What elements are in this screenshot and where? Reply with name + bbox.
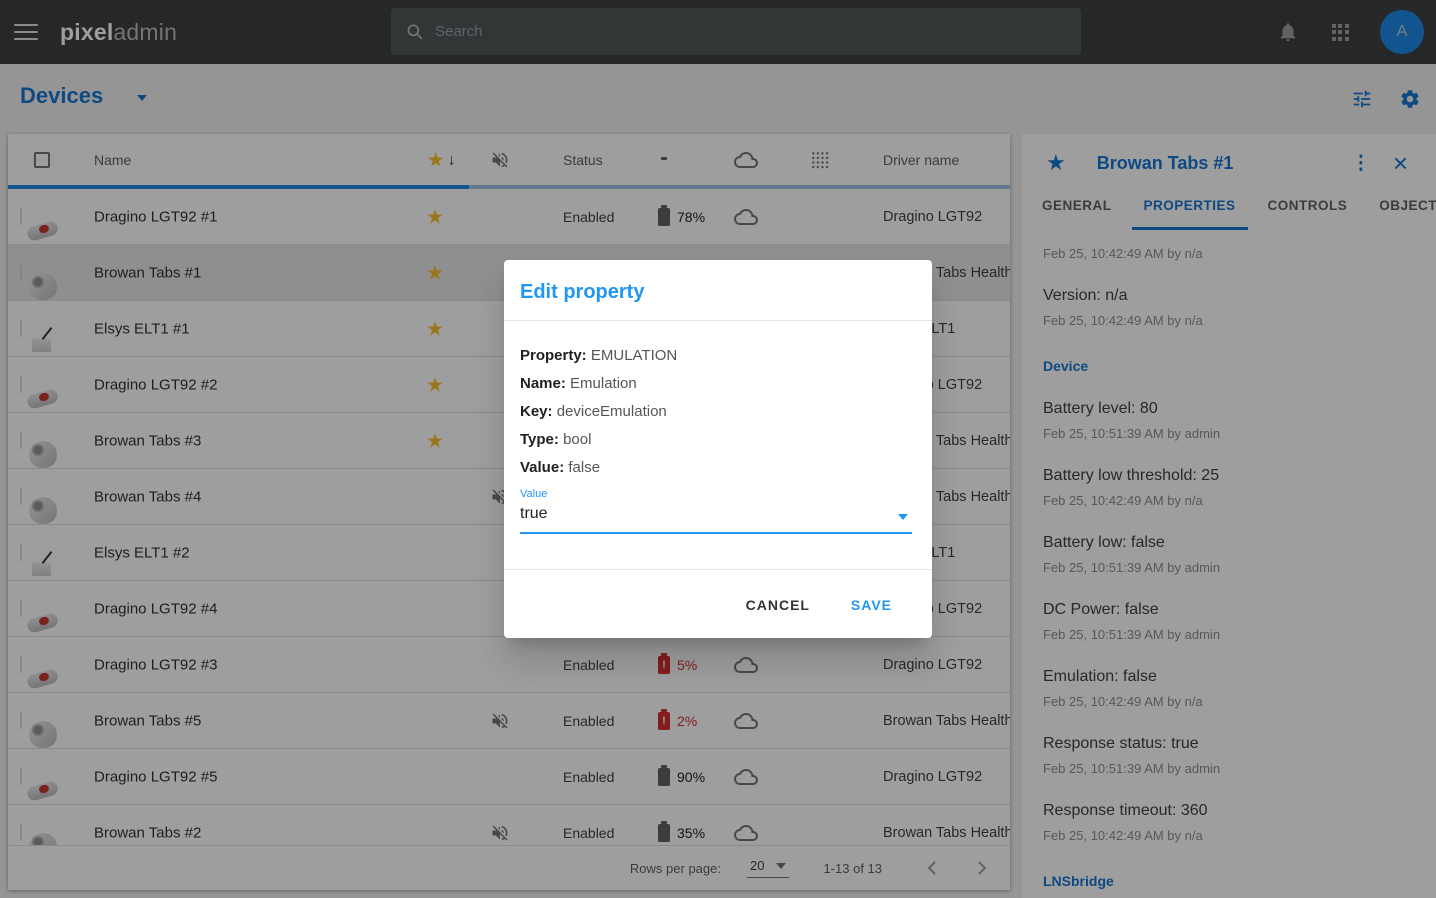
dropdown-caret-icon — [898, 514, 908, 520]
save-button[interactable]: SAVE — [837, 587, 906, 623]
edit-property-dialog: Edit property Property: EMULATIONName: E… — [504, 260, 932, 638]
property-detail-line: Key: deviceEmulation — [520, 398, 916, 426]
dialog-actions: CANCEL SAVE — [504, 569, 932, 638]
property-detail-line: Property: EMULATION — [520, 342, 916, 370]
field-value: EMULATION — [591, 347, 677, 364]
dialog-title: Edit property — [520, 281, 644, 304]
cancel-button[interactable]: CANCEL — [732, 587, 824, 623]
field-label: Key: — [520, 403, 553, 420]
field-value: bool — [563, 431, 591, 448]
field-label: Value: — [520, 459, 564, 476]
property-details: Property: EMULATIONName: EmulationKey: d… — [520, 342, 916, 482]
field-label: Name: — [520, 375, 566, 392]
field-label: Type: — [520, 431, 559, 448]
divider — [504, 569, 932, 570]
field-value: Emulation — [570, 375, 637, 392]
value-select-field[interactable]: Value true — [520, 488, 912, 534]
field-label: Property: — [520, 347, 587, 364]
property-detail-line: Name: Emulation — [520, 370, 916, 398]
divider — [504, 320, 932, 321]
select-value: true — [520, 505, 912, 534]
property-detail-line: Value: false — [520, 454, 916, 482]
field-value: false — [568, 459, 600, 476]
property-detail-line: Type: bool — [520, 426, 916, 454]
app-root: pixeladmin A Devices — [0, 0, 1436, 898]
field-value: deviceEmulation — [557, 403, 667, 420]
select-label: Value — [520, 488, 912, 500]
